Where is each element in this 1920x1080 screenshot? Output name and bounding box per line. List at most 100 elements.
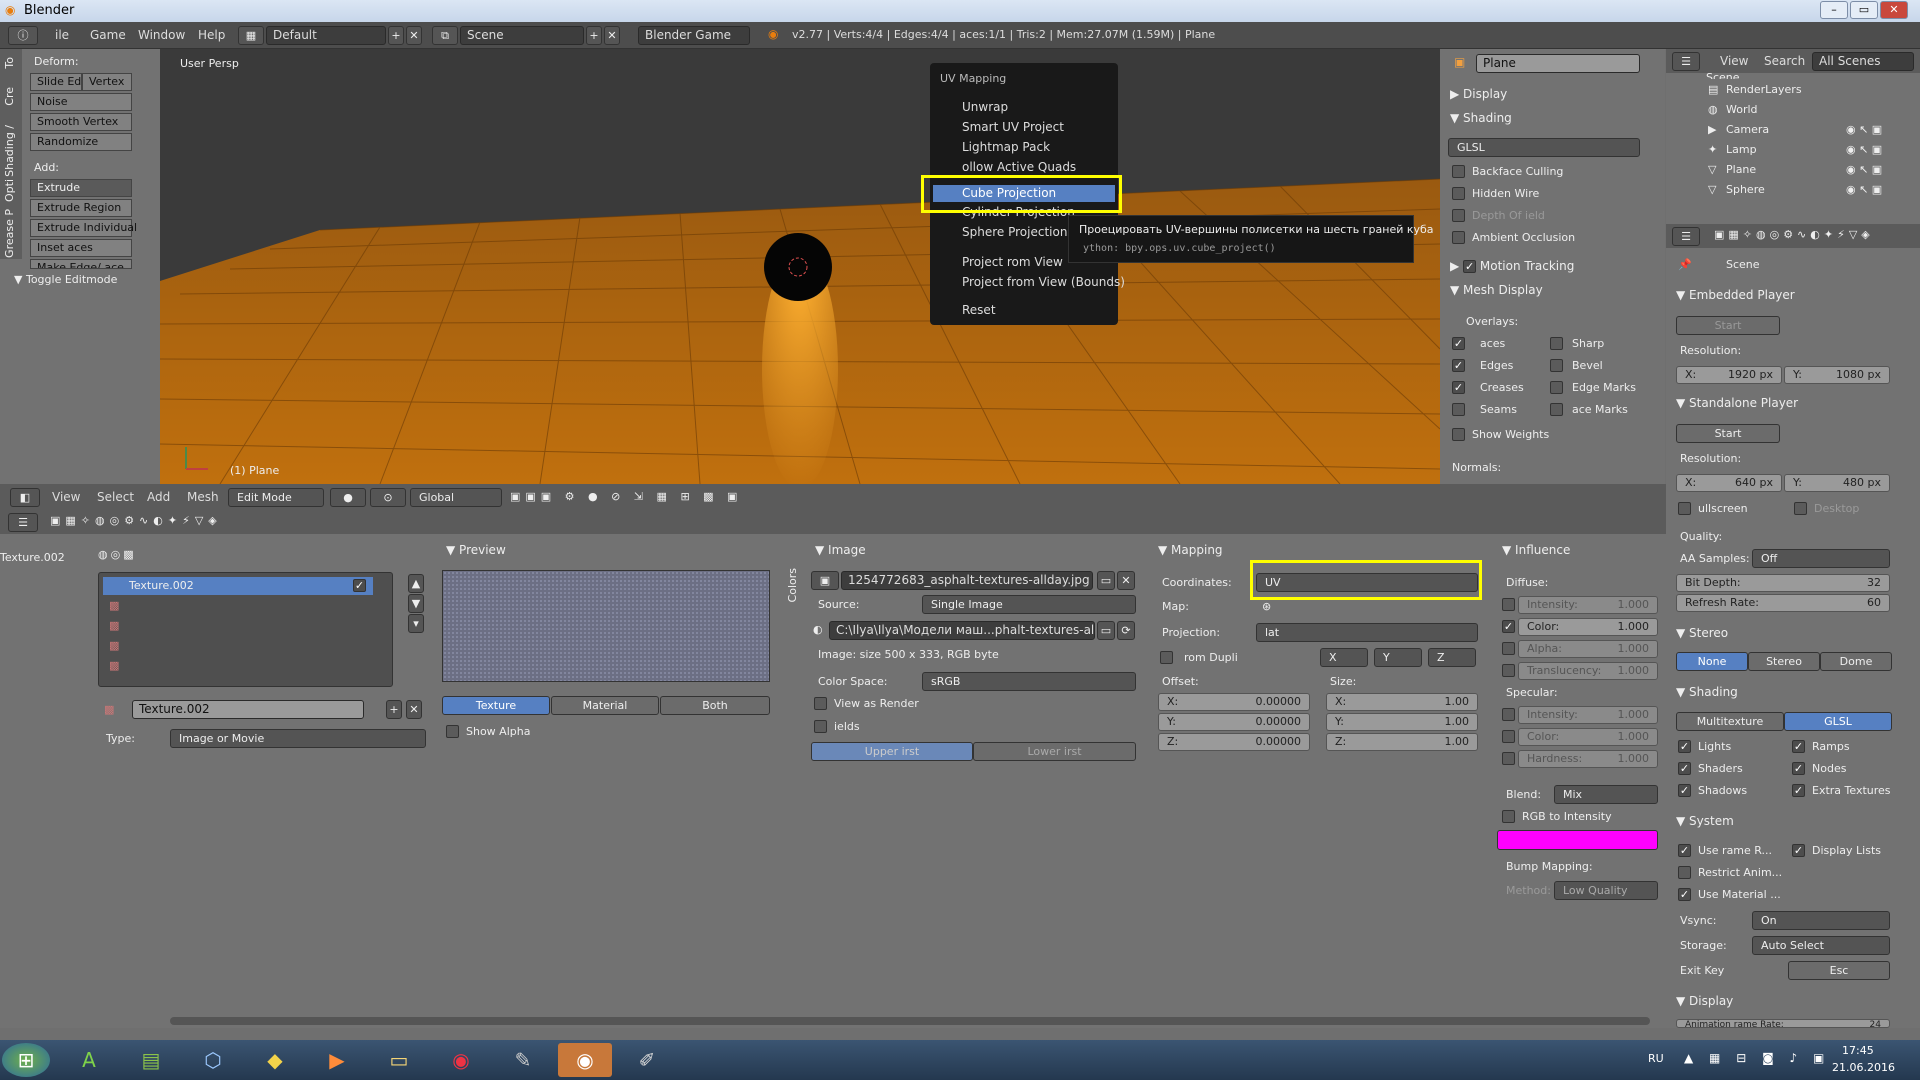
texture-name-field[interactable]: Texture.002 [132,700,364,719]
uv-lightmap-pack-item[interactable]: Lightmap Pack [962,140,1050,154]
outliner-item-plane[interactable]: Plane [1726,163,1756,176]
texture-editor-icon[interactable]: ☰ [8,513,38,532]
backface-culling-checkbox[interactable] [1452,165,1465,178]
slot-down-icon[interactable]: ▼ [408,594,424,613]
animation-frame-rate-field[interactable]: Animation rame Rate: 24 [1676,1019,1890,1028]
texture-browse-icon[interactable]: ▩ [104,703,114,716]
axis-z-select[interactable]: Z [1428,648,1476,667]
empty-slot-icon[interactable]: ▩ [109,659,119,672]
menu-view[interactable]: View [52,490,80,504]
extra-textures-checkbox[interactable]: ✓ [1792,784,1805,797]
path-browse-icon[interactable]: ▭ [1097,621,1115,640]
diffuse-color-field[interactable]: Color: 1.000 [1518,618,1658,636]
outliner-item-lamp[interactable]: Lamp [1726,143,1757,156]
outliner-item-renderlayers[interactable]: RenderLayers [1726,83,1802,96]
texture-add-icon[interactable]: + [386,700,402,719]
context-tab-icons[interactable]: ▣▦✧◍◎⚙∿◐✦⚡▽◈ [1714,228,1874,241]
size-y-field[interactable]: Y: 1.00 [1326,713,1478,731]
show-weights-checkbox[interactable] [1452,428,1465,441]
show-alpha-checkbox[interactable] [446,725,459,738]
scene-icon[interactable]: ⧉ [432,26,458,45]
layout-add-icon[interactable]: + [388,26,404,45]
outliner-lamp-eye-icon[interactable]: ◉ ↖ ▣ [1846,143,1882,156]
outliner-filter-select[interactable]: All Scenes [1812,52,1914,71]
slot-menu-icon[interactable]: ▾ [408,614,424,633]
start-button[interactable]: ⊞ [2,1043,50,1077]
shading-mode-select[interactable]: GLSL [1448,138,1640,157]
view-as-render-checkbox[interactable] [814,697,827,710]
close-button[interactable]: ✕ [1880,1,1908,19]
motion-tracking-header[interactable]: ▶ ✓ Motion Tracking [1450,259,1574,273]
specular-color-field[interactable]: Color: 1.000 [1518,728,1658,746]
outliner-editor-icon[interactable]: ☰ [1672,52,1700,71]
preview-both-button[interactable]: Both [660,696,770,715]
image-file-field[interactable]: 1254772683_asphalt-textures-allday.jpg [841,571,1093,590]
standalone-res-x[interactable]: X: 640 px [1676,474,1782,492]
bit-depth-field[interactable]: Bit Depth: 32 [1676,574,1890,592]
overlay-edge-marks-checkbox[interactable] [1550,381,1563,394]
horizontal-scrollbar[interactable] [170,1017,1650,1025]
stereo-header[interactable]: ▼ Stereo [1676,626,1728,640]
mesh-display-header[interactable]: ▼ Mesh Display [1450,283,1543,297]
minimize-button[interactable]: – [1820,1,1848,19]
specular-color-checkbox[interactable] [1502,730,1515,743]
system-header[interactable]: ▼ System [1676,814,1734,828]
image-browse-icon[interactable]: ▣ [811,571,839,590]
image-unlink-icon[interactable]: ✕ [1117,571,1135,590]
scene-remove-icon[interactable]: ✕ [604,26,620,45]
extrude-region-button[interactable]: Extrude Region [30,199,132,217]
glsl-button[interactable]: GLSL [1784,712,1892,731]
layout-remove-icon[interactable]: ✕ [406,26,422,45]
extrude-dropdown[interactable]: Extrude [30,179,132,197]
uv-sphere-projection-item[interactable]: Sphere Projection [962,225,1067,239]
taskbar-cube-icon[interactable]: ⬡ [186,1043,240,1077]
3d-editor-icon[interactable]: ◧ [10,488,40,507]
color-space-select[interactable]: sRGB [922,672,1136,691]
diffuse-color-checkbox[interactable]: ✓ [1502,620,1515,633]
slide-edge-button[interactable]: Slide Ed [30,73,82,91]
randomize-button[interactable]: Randomize [30,133,132,151]
influence-header[interactable]: ▼ Influence [1502,543,1570,557]
outliner-item-scene[interactable]: Scene [1706,71,1740,79]
offset-x-field[interactable]: X: 0.00000 [1158,693,1310,711]
diffuse-translucency-field[interactable]: Translucency: 1.000 [1518,662,1658,680]
taskbar-paint-icon[interactable]: ✐ [620,1043,674,1077]
standalone-start-button[interactable]: Start [1676,424,1780,443]
outliner-sphere-eye-icon[interactable]: ◉ ↖ ▣ [1846,183,1882,196]
lights-checkbox[interactable]: ✓ [1678,740,1691,753]
exit-key-button[interactable]: Esc [1788,961,1890,980]
object-name-field[interactable]: Plane [1476,54,1640,73]
diffuse-intensity-checkbox[interactable] [1502,598,1515,611]
taskbar-notes-icon[interactable]: ▤ [124,1043,178,1077]
upper-first-button[interactable]: Upper irst [811,742,973,761]
display-panel-header[interactable]: ▶ Display [1450,87,1507,101]
diffuse-alpha-field[interactable]: Alpha: 1.000 [1518,640,1658,658]
projection-select[interactable]: lat [1256,623,1478,642]
menu-window[interactable]: Window [138,28,185,42]
empty-slot-icon[interactable]: ▩ [109,639,119,652]
use-material-checkbox[interactable]: ✓ [1678,888,1691,901]
extrude-individual-button[interactable]: Extrude Individual [30,219,137,237]
menu-help[interactable]: Help [198,28,225,42]
from-dupli-checkbox[interactable] [1160,651,1173,664]
method-select[interactable]: Low Quality [1554,881,1658,900]
inset-faces-button[interactable]: Inset aces [30,239,132,257]
uv-project-from-view-item[interactable]: Project rom View [962,255,1063,269]
editor-type-icon[interactable]: ⓘ [8,26,38,45]
outliner-plane-eye-icon[interactable]: ◉ ↖ ▣ [1846,163,1882,176]
embedded-res-y[interactable]: Y: 1080 px [1784,366,1890,384]
menu-add[interactable]: Add [147,490,170,504]
display-lists-checkbox[interactable]: ✓ [1792,844,1805,857]
standalone-res-y[interactable]: Y: 480 px [1784,474,1890,492]
texture-remove-icon[interactable]: ✕ [406,700,422,719]
tab-grease-pencil[interactable]: Grease P [3,209,16,258]
menu-select[interactable]: Select [97,490,134,504]
scene-field[interactable]: Scene [460,26,584,45]
tab-options[interactable]: Opti [3,179,16,202]
colors-tab[interactable]: Colors [786,568,799,602]
specular-intensity-checkbox[interactable] [1502,708,1515,721]
tray-icons[interactable]: ▲ ▦ ⊟ ◙ ♪ ▣ [1684,1051,1830,1065]
ambient-occlusion-checkbox[interactable] [1452,231,1465,244]
outliner-menu-view[interactable]: View [1720,54,1748,68]
maximize-button[interactable]: ▭ [1850,1,1878,19]
